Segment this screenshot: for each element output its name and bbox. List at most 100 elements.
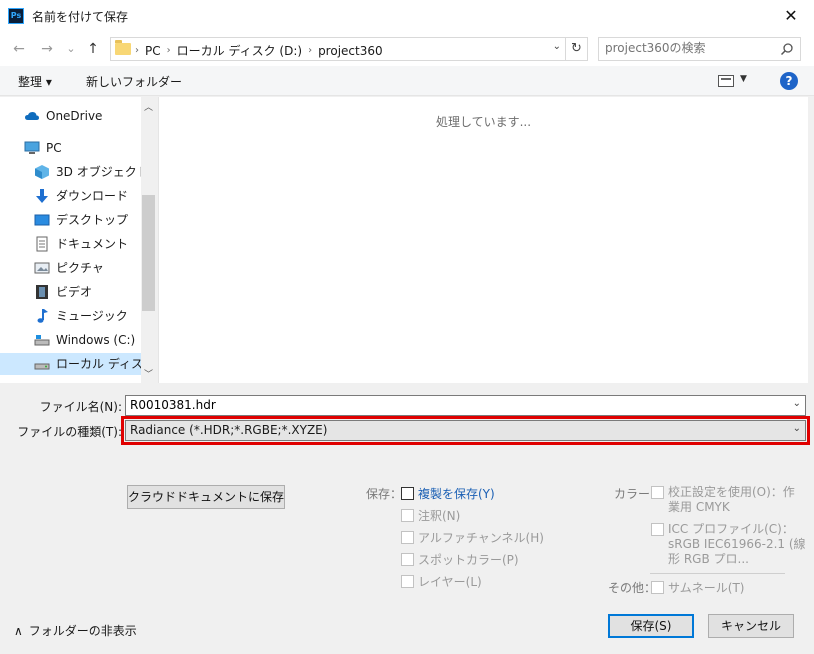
breadcrumb-pc[interactable]: PC — [145, 44, 161, 58]
nav-item-music[interactable]: ミュージック — [34, 305, 128, 327]
nav-item-label: デスクトップ — [56, 213, 129, 227]
option-label-line: 校正設定を使用(O)：作 — [668, 485, 795, 499]
view-options-icon[interactable] — [718, 75, 734, 87]
option-label: アルファチャンネル(H) — [418, 531, 544, 545]
option-use-proof-setup[interactable]: 校正設定を使用(O)：作 業用 CMYK — [651, 485, 795, 515]
navigation-pane[interactable]: OneDrive PC 3D オブジェクト ダウンロード デスクトップ ドキュメ… — [0, 97, 156, 383]
music-note-icon — [37, 309, 48, 323]
download-arrow-icon — [36, 189, 48, 203]
filename-field[interactable]: ⌄ — [125, 395, 806, 416]
view-dropdown-icon[interactable]: ▼ — [740, 74, 747, 84]
cloud-icon — [25, 112, 39, 120]
option-label: 複製を保存(Y) — [418, 487, 495, 501]
nav-item-onedrive[interactable]: OneDrive — [24, 105, 102, 127]
option-layers[interactable]: レイヤー(L) — [401, 573, 482, 590]
option-thumbnail[interactable]: サムネール(T) — [651, 579, 744, 596]
breadcrumb: › PC › ローカル ディスク (D:) › project360 — [135, 42, 383, 59]
processing-status: 処理しています... — [435, 115, 532, 129]
picture-icon — [34, 262, 50, 274]
new-folder-button[interactable]: 新しいフォルダー — [86, 73, 182, 90]
checkbox[interactable] — [651, 581, 664, 594]
drive-icon — [34, 363, 50, 370]
computer-icon — [24, 141, 40, 154]
hide-folders-toggle[interactable]: ∧ フォルダーの非表示 — [14, 622, 137, 639]
cube-icon — [35, 165, 49, 179]
close-button[interactable]: ✕ — [768, 0, 814, 32]
nav-item-local-disk-d[interactable]: ローカル ディスク (D — [0, 353, 156, 375]
checkbox[interactable] — [651, 486, 664, 499]
option-icc-profile[interactable]: ICC プロファイル(C)： sRGB IEC61966-2.1 (線 形 RG… — [651, 522, 806, 567]
checkbox[interactable] — [401, 575, 414, 588]
cancel-button[interactable]: キャンセル — [708, 614, 794, 638]
folder-icon — [115, 40, 131, 55]
checkbox[interactable] — [401, 553, 414, 566]
chevron-down-icon[interactable]: ⌄ — [793, 398, 801, 409]
nav-item-pc[interactable]: PC — [24, 137, 62, 159]
save-button[interactable]: 保存(S) — [608, 614, 694, 638]
checkbox[interactable] — [401, 531, 414, 544]
organize-menu[interactable]: 整理 ▾ — [18, 73, 52, 90]
nav-item-videos[interactable]: ビデオ — [34, 281, 92, 303]
nav-item-pictures[interactable]: ピクチャ — [34, 257, 104, 279]
scrollbar-thumb[interactable] — [142, 195, 155, 311]
nav-item-label: ダウンロード — [56, 189, 129, 203]
option-alpha-channels[interactable]: アルファチャンネル(H) — [401, 529, 544, 546]
option-label-line: ICC プロファイル(C)： — [668, 522, 794, 536]
breadcrumb-project360[interactable]: project360 — [318, 44, 383, 58]
help-icon[interactable]: ? — [780, 72, 798, 90]
chevron-right-icon: › — [135, 45, 139, 56]
chevron-up-icon: ∧ — [14, 623, 23, 638]
address-bar[interactable]: › PC › ローカル ディスク (D:) › project360 ⌄ — [110, 37, 566, 61]
nav-item-label: Windows (C:) — [56, 333, 136, 347]
nav-item-3d-objects[interactable]: 3D オブジェクト — [34, 161, 149, 183]
address-dropdown-chevron-icon[interactable]: ⌄ — [553, 41, 561, 52]
nav-item-label: PC — [46, 141, 62, 155]
nav-item-windows-c[interactable]: Windows (C:) — [34, 329, 135, 351]
nav-item-documents[interactable]: ドキュメント — [34, 233, 128, 255]
refresh-button[interactable]: ↻ — [566, 37, 588, 61]
chevron-right-icon[interactable]: › — [308, 45, 312, 56]
pane-splitter — [0, 383, 814, 391]
nav-scrollbar[interactable]: ︿ ﹀ — [141, 97, 156, 383]
search-icon[interactable] — [780, 42, 794, 56]
breadcrumb-local-disk[interactable]: ローカル ディスク (D:) — [177, 42, 302, 59]
file-list-pane[interactable]: 処理しています... — [158, 97, 808, 383]
recent-locations-chevron-icon[interactable]: ⌄ — [62, 40, 80, 58]
checkbox[interactable] — [401, 509, 414, 522]
chevron-right-icon[interactable]: › — [167, 45, 171, 56]
title-bar: Ps 名前を付けて保存 ✕ — [0, 0, 814, 32]
save-options-label: 保存： — [366, 487, 403, 501]
scroll-down-icon[interactable]: ﹀ — [141, 367, 156, 380]
up-arrow-icon[interactable]: ↑ — [84, 40, 102, 58]
nav-item-desktop[interactable]: デスクトップ — [34, 209, 128, 231]
nav-item-label: ビデオ — [56, 285, 93, 299]
option-label-line: 業用 CMYK — [668, 500, 730, 514]
nav-item-label: ミュージック — [56, 309, 128, 323]
option-spot-colors[interactable]: スポットカラー(P) — [401, 551, 519, 568]
filename-input[interactable] — [130, 398, 770, 412]
option-annotations[interactable]: 注釈(N) — [401, 507, 460, 524]
address-row: ← → ⌄ ↑ › PC › ローカル ディスク (D:) › project3… — [0, 32, 814, 66]
chevron-down-icon[interactable]: ⌄ — [793, 423, 801, 434]
nav-item-downloads[interactable]: ダウンロード — [34, 185, 128, 207]
option-label: 注釈(N) — [418, 509, 461, 523]
search-input[interactable] — [605, 41, 765, 55]
nav-item-label: ピクチャ — [56, 261, 104, 275]
search-box[interactable] — [598, 37, 801, 61]
forward-arrow-icon[interactable]: → — [38, 40, 56, 58]
scroll-up-icon[interactable]: ︿ — [141, 100, 156, 113]
back-arrow-icon[interactable]: ← — [10, 40, 28, 58]
option-label: サムネール(T) — [668, 581, 745, 595]
window-title: 名前を付けて保存 — [32, 10, 129, 24]
nav-item-label: 3D オブジェクト — [56, 165, 149, 179]
option-label: スポットカラー(P) — [418, 553, 519, 567]
checkbox[interactable] — [401, 487, 414, 500]
filetype-select[interactable]: Radiance (*.HDR;*.RGBE;*.XYZE) ⌄ — [121, 416, 810, 445]
photoshop-app-icon: Ps — [8, 8, 24, 24]
option-save-copy[interactable]: 複製を保存(Y) — [401, 485, 495, 502]
filetype-label: ファイルの種類(T): — [17, 425, 122, 439]
save-to-cloud-button[interactable]: クラウドドキュメントに保存 — [127, 485, 285, 509]
nav-item-label: OneDrive — [46, 109, 103, 123]
checkbox[interactable] — [651, 523, 664, 536]
nav-item-label: ドキュメント — [56, 237, 129, 251]
